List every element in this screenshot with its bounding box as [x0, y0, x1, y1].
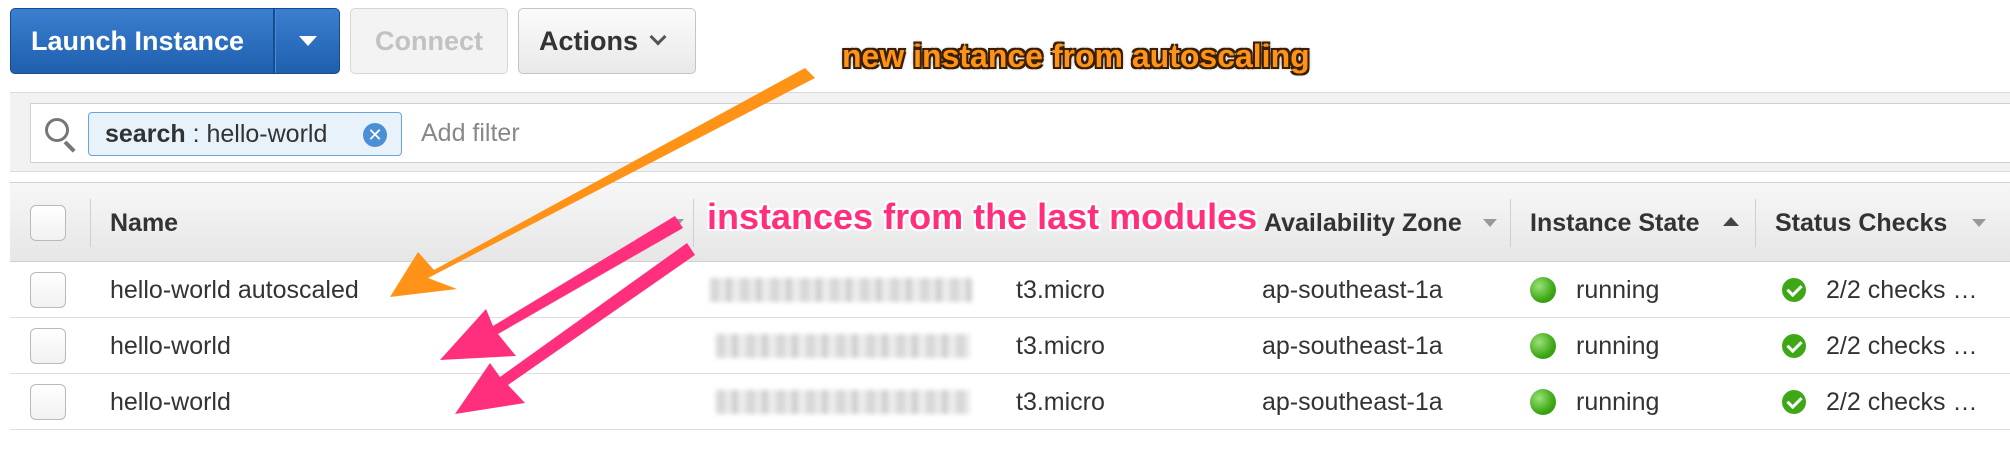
annotation-new-instance: new instance from autoscaling [842, 38, 1310, 74]
annotation-last-modules: instances from the last modules [707, 196, 1258, 237]
